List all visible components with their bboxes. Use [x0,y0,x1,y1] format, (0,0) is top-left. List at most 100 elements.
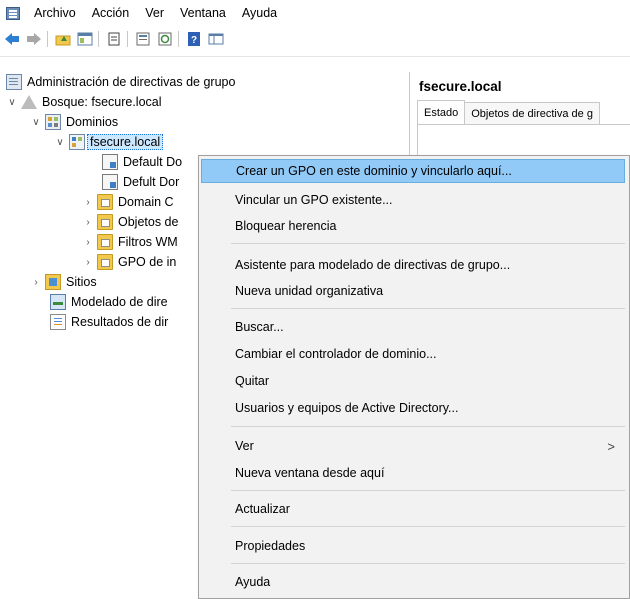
menu-item-label: Nueva unidad organizativa [235,284,384,298]
refresh-icon[interactable] [155,30,175,48]
folder-up-icon[interactable] [53,30,73,48]
menu-item-create-gpo[interactable]: Crear un GPO en este dominio y vincularl… [201,159,625,183]
tree-domain-fsecure[interactable]: ∨ fsecure.local [54,132,164,152]
menu-bar: Archivo Acción Ver Ventana Ayuda [0,0,630,26]
context-menu: Crear un GPO en este dominio y vincularl… [198,155,630,599]
gpo-link-icon [102,154,118,170]
tree-domain-label: fsecure.local [87,134,164,150]
tree-forest-label: Bosque: fsecure.local [42,95,162,109]
menu-archivo[interactable]: Archivo [26,6,84,20]
menu-item-label: Asistente para modelado de directivas de… [235,258,511,272]
tree-default-gpo-1-label: Default Do [123,155,183,169]
menu-ver[interactable]: Ver [137,6,172,20]
menu-item-label: Buscar... [235,320,284,334]
tree-domain-controllers[interactable]: › Domain C [82,192,174,212]
menu-item-change-dc[interactable]: Cambiar el controlador de dominio... [201,342,625,366]
menu-item-label: Cambiar el controlador de dominio... [235,347,437,361]
group-policy-icon [6,74,22,90]
chevron-down-icon[interactable]: ∨ [30,116,42,128]
svg-text:?: ? [191,35,197,46]
menu-item-label: Ver [235,439,254,453]
results-icon [50,314,66,330]
toolbar-separator [127,31,128,47]
menu-item-remove[interactable]: Quitar [201,369,625,393]
chevron-right-icon[interactable]: › [82,216,94,228]
tree-default-gpo-2[interactable]: Defult Dor [102,172,179,192]
details-tabs: Estado Objetos de directiva de g [417,100,600,125]
menu-item-new-window[interactable]: Nueva ventana desde aquí [201,461,625,485]
menu-accion[interactable]: Acción [84,6,138,20]
menu-item-block-inheritance[interactable]: Bloquear herencia [201,214,625,238]
menu-item-modeling-wizard[interactable]: Asistente para modelado de directivas de… [201,253,625,277]
toolbar-separator [178,31,179,47]
menu-item-aduc[interactable]: Usuarios y equipos de Active Directory..… [201,396,625,420]
menu-item-properties[interactable]: Propiedades [201,534,625,558]
ou-folder-icon [97,194,113,210]
help-icon[interactable]: ? [184,30,204,48]
menu-item-refresh[interactable]: Actualizar [201,497,625,521]
tree-wmi-filters[interactable]: › Filtros WM [82,232,178,252]
tree-results[interactable]: Resultados de dir [50,312,168,332]
properties-icon[interactable] [133,30,153,48]
tab-estado[interactable]: Estado [417,100,466,125]
menu-separator [231,426,625,427]
menu-item-help[interactable]: Ayuda [201,570,625,594]
menu-item-label: Actualizar [235,502,290,516]
tree-domains[interactable]: ∨ Dominios [30,112,118,132]
chevron-right-icon[interactable]: › [82,236,94,248]
tree-gpo-objects[interactable]: › Objetos de [82,212,178,232]
starter-gpo-folder-icon [97,254,113,270]
domains-icon [45,114,61,130]
chevron-right-icon: > [607,438,615,454]
forward-arrow-icon[interactable] [24,30,44,48]
menu-item-label: Bloquear herencia [235,219,337,233]
toolbar: ? [0,28,630,50]
tree-root[interactable]: Administración de directivas de grupo [6,72,235,92]
chevron-right-icon[interactable]: › [82,256,94,268]
tree-domains-label: Dominios [66,115,119,129]
menu-item-search[interactable]: Buscar... [201,315,625,339]
menu-item-label: Ayuda [235,575,271,589]
chevron-down-icon[interactable]: ∨ [6,96,18,108]
back-arrow-icon[interactable] [2,30,22,48]
sites-icon [45,274,61,290]
show-hide-tree-icon[interactable] [75,30,95,48]
gpo-folder-icon [97,214,113,230]
menu-ventana[interactable]: Ventana [172,6,234,20]
menu-item-link-gpo[interactable]: Vincular un GPO existente... [201,188,625,212]
tree-sites-label: Sitios [66,275,97,289]
tree-gpo-objects-label: Objetos de [118,215,179,229]
menu-separator [231,526,625,527]
menu-item-label: Quitar [235,374,270,388]
tree-forest[interactable]: ∨ Bosque: fsecure.local [6,92,162,112]
chevron-down-icon[interactable]: ∨ [54,136,66,148]
app-icon [6,6,20,20]
tree-wmi-filters-label: Filtros WM [118,235,178,249]
tree-results-label: Resultados de dir [71,315,169,329]
menu-ayuda[interactable]: Ayuda [234,6,285,20]
menu-item-new-ou[interactable]: Nueva unidad organizativa [201,279,625,303]
tree-modeling[interactable]: Modelado de dire [50,292,168,312]
toolbar-separator [47,31,48,47]
menu-item-label: Crear un GPO en este dominio y vincularl… [236,164,512,178]
menu-item-label: Propiedades [235,539,306,553]
tree-domain-controllers-label: Domain C [118,195,174,209]
tree-starter-gpos-label: GPO de in [118,255,177,269]
tree-starter-gpos[interactable]: › GPO de in [82,252,176,272]
domain-icon [69,134,85,150]
chevron-right-icon[interactable]: › [30,276,42,288]
menu-separator [231,563,625,564]
chevron-right-icon[interactable]: › [82,196,94,208]
menu-item-view[interactable]: Ver > [201,434,625,458]
tree-default-gpo-1[interactable]: Default Do [102,152,182,172]
tree-sites[interactable]: › Sitios [30,272,97,292]
menu-separator [231,243,625,244]
tab-objetos-directiva[interactable]: Objetos de directiva de g [465,102,600,125]
tree-default-gpo-2-label: Defult Dor [123,175,180,189]
menu-separator [231,490,625,491]
toolbar-divider [0,56,630,57]
clipboard-icon[interactable] [104,30,124,48]
modeling-icon [50,294,66,310]
panel-view-icon[interactable] [206,30,226,48]
toolbar-separator [98,31,99,47]
